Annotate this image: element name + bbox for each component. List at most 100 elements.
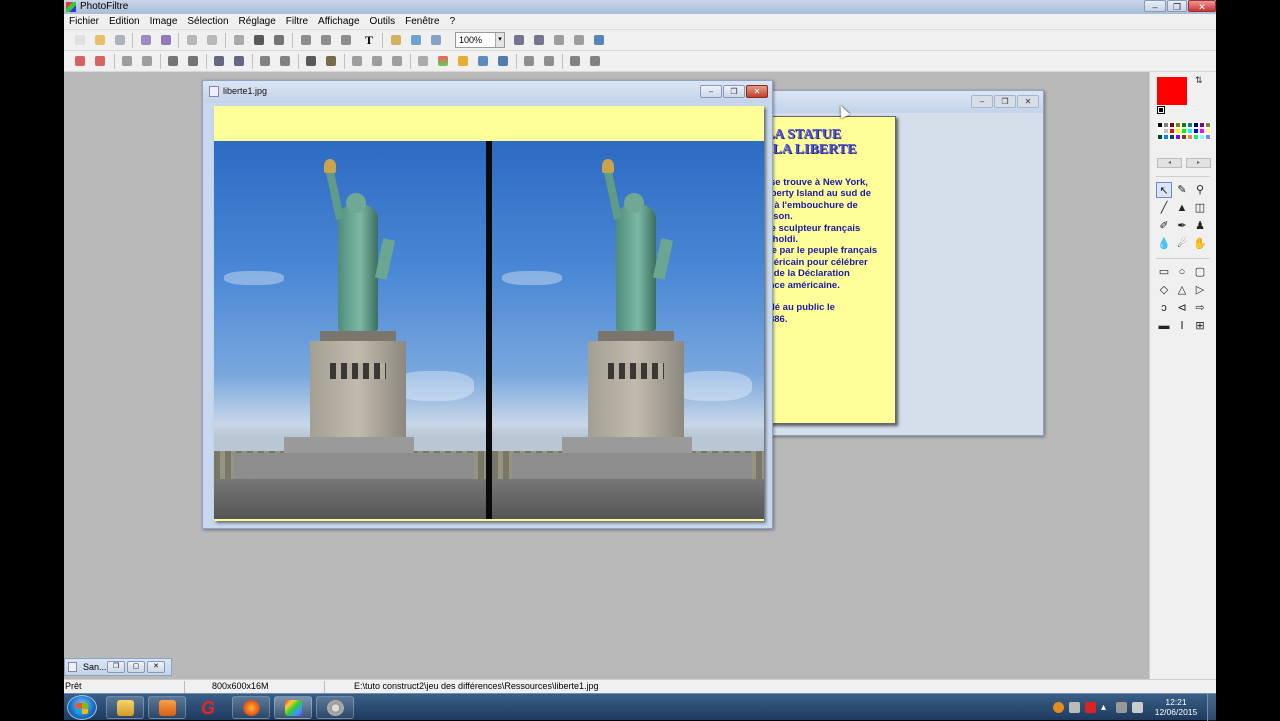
lasso-tool-icon[interactable]: ⊲ (1174, 300, 1190, 316)
zoom-out-icon[interactable] (532, 33, 546, 47)
print-icon[interactable] (139, 33, 153, 47)
canvas-size-icon[interactable] (339, 33, 353, 47)
menu-fenetre[interactable]: Fenêtre (400, 14, 444, 29)
contrast-down-icon[interactable] (166, 54, 180, 68)
menu-help[interactable]: ? (445, 14, 461, 29)
rotate-left-icon[interactable] (568, 54, 582, 68)
maximize-icon[interactable]: ▢ (127, 661, 145, 673)
saturation-down-icon[interactable] (212, 54, 226, 68)
drawing-tool-icon[interactable]: ▲ (1174, 200, 1190, 216)
network-icon[interactable] (1132, 702, 1143, 713)
zoom-in-icon[interactable] (512, 33, 526, 47)
color-swatches[interactable] (1157, 122, 1211, 140)
image-canvas[interactable] (214, 106, 764, 521)
text-tool-icon[interactable]: T (362, 33, 376, 47)
drawing-tool-icon[interactable]: ◫ (1192, 200, 1208, 216)
drawing-tool-icon[interactable]: ✒ (1174, 218, 1190, 234)
drawing-tool-icon[interactable]: ↖ (1156, 182, 1172, 198)
close-icon[interactable]: ✕ (1017, 95, 1039, 108)
restore-icon[interactable]: ❐ (107, 661, 125, 673)
flip-horizontal-icon[interactable] (522, 54, 536, 68)
rgb-icon[interactable] (456, 54, 470, 68)
shape-tool-icon[interactable]: ○ (1174, 264, 1190, 280)
swap-colors-icon[interactable]: ⇅ (1195, 75, 1203, 86)
auto-levels-icon[interactable] (73, 54, 87, 68)
drawing-tool-icon[interactable]: ✎ (1174, 182, 1190, 198)
lasso-tool-icon[interactable]: ⇨ (1192, 300, 1208, 316)
option-tool-icon[interactable]: ▬ (1156, 318, 1172, 334)
auto-contrast-icon[interactable] (93, 54, 107, 68)
chevron-down-icon[interactable]: ▾ (495, 33, 504, 47)
replace-color-icon[interactable] (496, 54, 510, 68)
sepia-icon[interactable] (324, 54, 338, 68)
emboss-icon[interactable] (416, 54, 430, 68)
tray-icon[interactable] (1069, 702, 1080, 713)
cut-icon[interactable] (232, 33, 246, 47)
statue-photo-left[interactable] (214, 141, 486, 519)
statue-photo-right[interactable] (492, 141, 764, 519)
screen-icon[interactable] (592, 33, 606, 47)
shape-tool-icon[interactable]: ▷ (1192, 282, 1208, 298)
flag-icon[interactable] (1116, 702, 1127, 713)
redo-icon[interactable] (205, 33, 219, 47)
gamma-down-icon[interactable] (258, 54, 272, 68)
menu-selection[interactable]: Sélection (182, 14, 233, 29)
save-file-icon[interactable] (113, 33, 127, 47)
taskbar-app-red[interactable]: G (190, 696, 228, 719)
menu-affichage[interactable]: Affichage (313, 14, 365, 29)
grayscale-icon[interactable] (304, 54, 318, 68)
swatch-scroll[interactable]: ◂ ▸ (1157, 158, 1211, 168)
rotate-right-icon[interactable] (588, 54, 602, 68)
copy-icon[interactable] (252, 33, 266, 47)
color-balance-icon[interactable] (436, 54, 450, 68)
shape-tool-icon[interactable]: △ (1174, 282, 1190, 298)
tray-app-icon[interactable] (1053, 702, 1064, 713)
drawing-tool-icon[interactable]: ♟ (1192, 218, 1208, 234)
new-file-icon[interactable] (73, 33, 87, 47)
option-tool-icon[interactable]: Ⅰ (1174, 318, 1190, 334)
open-file-icon[interactable] (93, 33, 107, 47)
color-swatch[interactable] (1205, 134, 1211, 140)
paste-icon[interactable] (272, 33, 286, 47)
swatch-next-icon[interactable]: ▸ (1186, 158, 1211, 168)
option-tool-icon[interactable]: ⊞ (1192, 318, 1208, 334)
drawing-tool-icon[interactable]: ✐ (1156, 218, 1172, 234)
image-size-icon[interactable] (319, 33, 333, 47)
start-button[interactable] (67, 695, 97, 720)
actual-size-icon[interactable] (572, 33, 586, 47)
brightness-up-icon[interactable] (140, 54, 154, 68)
foreground-color-swatch[interactable] (1157, 77, 1187, 105)
shape-tool-icon[interactable]: ▭ (1156, 264, 1172, 280)
shape-tool-icon[interactable]: ◇ (1156, 282, 1172, 298)
lasso-tool-icon[interactable]: ↄ (1156, 300, 1172, 316)
close-button[interactable]: ✕ (1188, 0, 1216, 12)
tray-security-icon[interactable] (1085, 702, 1096, 713)
fit-window-icon[interactable] (552, 33, 566, 47)
shape-tool-icon[interactable]: ▢ (1192, 264, 1208, 280)
menu-image[interactable]: Image (145, 14, 183, 29)
taskbar-explorer[interactable] (106, 696, 144, 719)
brightness-down-icon[interactable] (120, 54, 134, 68)
default-colors-icon[interactable] (1157, 106, 1165, 114)
taskbar-settings[interactable] (316, 696, 354, 719)
drawing-tool-icon[interactable]: 💧 (1156, 236, 1172, 252)
taskbar-firefox[interactable] (232, 696, 270, 719)
sharpen-icon[interactable] (370, 54, 384, 68)
drawing-tool-icon[interactable]: ✋ (1192, 236, 1208, 252)
minimize-button[interactable]: – (1144, 0, 1166, 12)
clock[interactable]: 12:21 12/06/2015 (1153, 697, 1199, 717)
hue-icon[interactable] (476, 54, 490, 68)
undo-icon[interactable] (185, 33, 199, 47)
fullscreen-icon[interactable] (429, 33, 443, 47)
liberte1-window[interactable]: liberte1.jpg – ❐ ✕ (202, 80, 773, 529)
minimize-icon[interactable]: – (971, 95, 993, 108)
zoom-select[interactable]: 100% ▾ (455, 32, 505, 48)
show-hidden-icons[interactable]: ▴ (1101, 702, 1112, 713)
drawing-tool-icon[interactable]: ☄ (1174, 236, 1190, 252)
taskbar-photofiltre[interactable] (274, 696, 312, 719)
contrast-up-icon[interactable] (186, 54, 200, 68)
scan-icon[interactable] (159, 33, 173, 47)
gamma-up-icon[interactable] (278, 54, 292, 68)
flip-vertical-icon[interactable] (542, 54, 556, 68)
swatch-prev-icon[interactable]: ◂ (1157, 158, 1182, 168)
